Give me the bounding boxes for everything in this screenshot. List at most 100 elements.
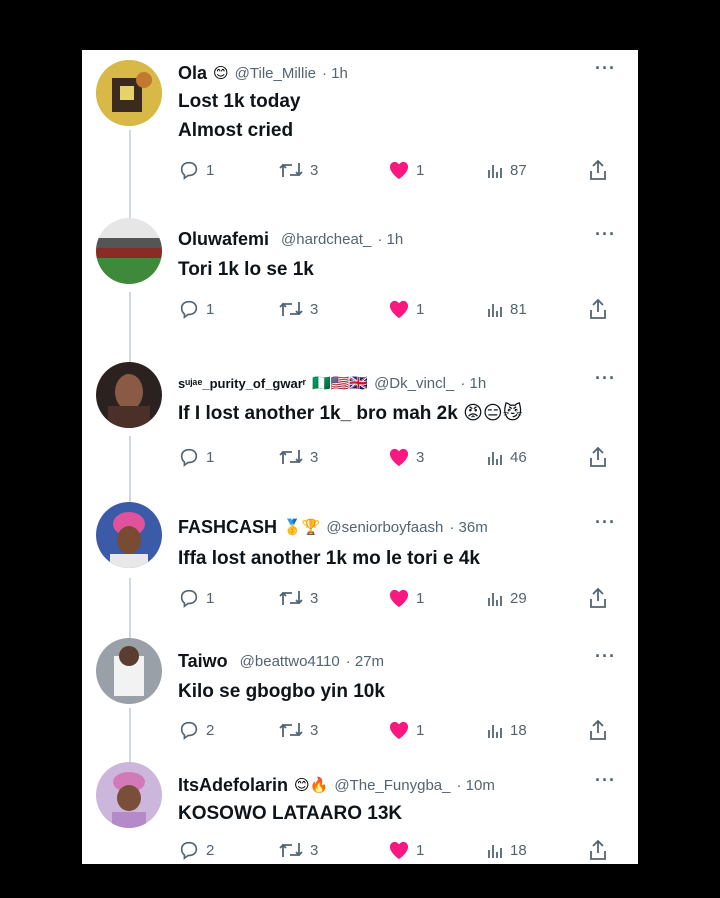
heart-icon [389, 448, 409, 467]
views-button[interactable]: 18 [486, 838, 527, 862]
more-icon[interactable]: ··· [595, 368, 616, 389]
reply-button[interactable]: 1 [178, 158, 214, 182]
heart-icon [389, 841, 409, 860]
handle[interactable]: @beattwo4110 [240, 653, 340, 670]
handle[interactable]: @seniorboyfaash [326, 519, 443, 536]
like-button[interactable]: 3 [388, 445, 424, 469]
reply-button[interactable]: 2 [178, 838, 214, 862]
reply-icon [180, 300, 198, 319]
tweet-actions: 1 3 3 46 [82, 445, 638, 469]
like-button[interactable]: 1 [388, 718, 424, 742]
views-icon [488, 593, 502, 606]
avatar-image [96, 762, 162, 828]
tweet-text: Lost 1k today [178, 91, 301, 112]
more-icon[interactable]: ··· [595, 770, 616, 791]
avatar-image [96, 60, 162, 126]
reply-count: 1 [206, 589, 215, 607]
views-button[interactable]: 46 [486, 445, 527, 469]
retweet-button[interactable]: 3 [278, 297, 318, 321]
display-name[interactable]: Oluwafemi [178, 229, 269, 250]
share-icon [590, 839, 606, 860]
share-button[interactable] [588, 445, 608, 469]
share-button[interactable] [588, 586, 608, 610]
avatar-image [96, 502, 162, 568]
views-count: 18 [510, 721, 527, 739]
avatar[interactable] [96, 218, 162, 284]
retweet-button[interactable]: 3 [278, 718, 318, 742]
retweet-button[interactable]: 3 [278, 445, 318, 469]
share-button[interactable] [588, 718, 608, 742]
retweet-icon [279, 591, 303, 605]
heart-icon [389, 589, 409, 608]
name-badges: 🇳🇬🇺🇸🇬🇧 [312, 375, 369, 392]
retweet-count: 3 [310, 721, 319, 739]
share-button[interactable] [588, 838, 608, 862]
tweet-header: Oluwafemi @hardcheat_ · 1h [178, 226, 403, 252]
handle[interactable]: @The_Funygba_ [334, 777, 450, 794]
like-button[interactable]: 1 [388, 297, 424, 321]
reply-button[interactable]: 1 [178, 586, 214, 610]
like-button[interactable]: 1 [388, 586, 424, 610]
heart-icon [389, 721, 409, 740]
handle[interactable]: @Tile_Millie [235, 65, 316, 82]
reply-button[interactable]: 1 [178, 445, 214, 469]
more-icon[interactable]: ··· [595, 646, 616, 667]
tweet-header: sᵘʲᵃᵉ_purity_of_ɡwarʳ 🇳🇬🇺🇸🇬🇧 @Dk_vincl_ … [178, 370, 486, 396]
like-button[interactable]: 1 [388, 158, 424, 182]
avatar[interactable] [96, 502, 162, 568]
tweet-actions: 1 3 1 29 [82, 586, 638, 610]
views-icon [488, 304, 502, 317]
retweet-count: 3 [310, 841, 319, 859]
tweet-actions: 1 3 1 87 [82, 158, 638, 182]
tweet-actions: 2 3 1 18 [82, 838, 638, 862]
reply-icon [180, 589, 198, 608]
retweet-button[interactable]: 3 [278, 158, 318, 182]
timestamp[interactable]: · 1h [322, 65, 348, 82]
retweet-count: 3 [310, 589, 319, 607]
name-badges: 😊 [213, 65, 229, 82]
like-button[interactable]: 1 [388, 838, 424, 862]
share-button[interactable] [588, 297, 608, 321]
timestamp[interactable]: · 36m [449, 519, 487, 536]
tweet-text: Kilo se gbogbo yin 10k [178, 681, 385, 702]
share-icon [590, 159, 606, 180]
views-button[interactable]: 81 [486, 297, 527, 321]
like-count: 1 [416, 300, 425, 318]
retweet-count: 3 [310, 300, 319, 318]
avatar[interactable] [96, 362, 162, 428]
retweet-button[interactable]: 3 [278, 586, 318, 610]
avatar[interactable] [96, 762, 162, 828]
avatar[interactable] [96, 60, 162, 126]
more-icon[interactable]: ··· [595, 58, 616, 79]
views-icon [488, 725, 502, 738]
more-icon[interactable]: ··· [595, 512, 616, 533]
avatar[interactable] [96, 638, 162, 704]
reply-button[interactable]: 2 [178, 718, 214, 742]
views-icon [488, 845, 502, 858]
display-name[interactable]: sᵘʲᵃᵉ_purity_of_ɡwarʳ [178, 376, 306, 391]
reply-button[interactable]: 1 [178, 297, 214, 321]
handle[interactable]: @Dk_vincl_ [374, 375, 454, 392]
display-name[interactable]: FASHCASH [178, 517, 277, 538]
retweet-icon [279, 302, 303, 316]
views-button[interactable]: 18 [486, 718, 527, 742]
display-name[interactable]: ItsAdefolarin [178, 775, 288, 796]
timestamp[interactable]: · 27m [346, 653, 384, 670]
views-button[interactable]: 29 [486, 586, 527, 610]
more-icon[interactable]: ··· [595, 224, 616, 245]
timestamp[interactable]: · 10m [456, 777, 494, 794]
retweet-count: 3 [310, 448, 319, 466]
timestamp[interactable]: · 1h [377, 231, 403, 248]
tweet-header: FASHCASH 🥇🏆 @seniorboyfaash · 36m [178, 514, 488, 540]
handle[interactable]: @hardcheat_ [281, 231, 371, 248]
share-button[interactable] [588, 158, 608, 182]
tweet-text: KOSOWO LATAARO 13K [178, 803, 403, 824]
views-button[interactable]: 87 [486, 158, 527, 182]
display-name[interactable]: Ola [178, 63, 207, 84]
display-name[interactable]: Taiwo [178, 651, 228, 672]
avatar-image [96, 638, 162, 704]
share-icon [590, 446, 606, 467]
retweet-icon [279, 843, 303, 857]
retweet-button[interactable]: 3 [278, 838, 318, 862]
timestamp[interactable]: · 1h [460, 375, 486, 392]
